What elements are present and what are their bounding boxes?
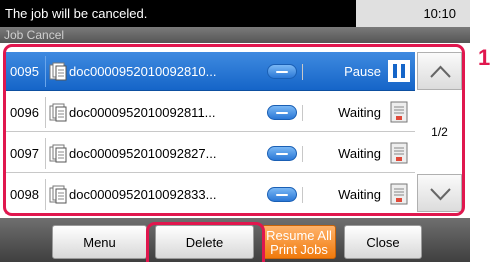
documents-icon: [49, 144, 67, 164]
pause-icon: [388, 60, 410, 82]
documents-icon: [49, 185, 67, 205]
detail-icon[interactable]: [267, 64, 297, 79]
column-divider: [302, 187, 303, 203]
column-divider: [45, 97, 46, 128]
documents-icon: [49, 62, 67, 82]
chevron-down-icon: [430, 188, 451, 201]
job-filename: doc0000952010092827...: [69, 146, 217, 161]
job-filename: doc0000952010092833...: [69, 187, 217, 202]
job-number: 0095: [10, 64, 39, 79]
job-filename: doc0000952010092810...: [69, 64, 217, 79]
delete-button[interactable]: Delete: [155, 225, 254, 259]
column-divider: [45, 138, 46, 169]
resume-label-line2: Print Jobs: [270, 242, 328, 257]
job-row[interactable]: 0095 doc0000952010092810... Pause: [5, 52, 415, 91]
step-callout: 1: [478, 45, 491, 70]
detail-icon[interactable]: [267, 146, 297, 161]
panel-screen: The job will be canceled. 10:10 Job Canc…: [0, 0, 470, 262]
job-number: 0097: [10, 146, 39, 161]
scroll-up-button[interactable]: [417, 52, 462, 90]
pager: 1/2: [417, 52, 464, 214]
document-waiting-icon: [388, 101, 410, 123]
job-number: 0096: [10, 105, 39, 120]
chevron-up-icon: [430, 65, 451, 78]
job-status: Pause: [344, 64, 381, 79]
column-divider: [45, 56, 46, 87]
clock: 10:10: [356, 0, 470, 27]
job-filename: doc0000952010092811...: [69, 105, 216, 120]
job-number: 0098: [10, 187, 39, 202]
job-row[interactable]: 0096 doc0000952010092811... Waiting: [5, 93, 415, 132]
column-divider: [302, 105, 303, 121]
bottom-bar: Menu Delete Resume All Print Jobs Close: [0, 218, 470, 262]
screen-title: Job Cancel: [0, 27, 470, 43]
detail-icon[interactable]: [267, 105, 297, 120]
job-status: Waiting: [338, 146, 381, 161]
scroll-down-button[interactable]: [417, 174, 462, 212]
page-indicator: 1/2: [431, 125, 448, 139]
column-divider: [45, 179, 46, 210]
job-status: Waiting: [338, 187, 381, 202]
resume-all-print-jobs-button[interactable]: Resume All Print Jobs: [262, 225, 336, 259]
resume-label-line1: Resume All: [266, 228, 332, 243]
job-row[interactable]: 0097 doc0000952010092827... Waiting: [5, 134, 415, 173]
document-waiting-icon: [388, 142, 410, 164]
detail-icon[interactable]: [267, 187, 297, 202]
close-button[interactable]: Close: [344, 225, 422, 259]
job-list: 0095 doc0000952010092810... Pause 0096 doc00…: [0, 43, 470, 218]
document-waiting-icon: [388, 183, 410, 205]
status-bar: The job will be canceled. 10:10: [0, 0, 470, 27]
status-message: The job will be canceled.: [5, 6, 148, 21]
documents-icon: [49, 103, 67, 123]
column-divider: [302, 64, 303, 80]
job-status: Waiting: [338, 105, 381, 120]
column-divider: [302, 146, 303, 162]
menu-button[interactable]: Menu: [52, 225, 147, 259]
job-row[interactable]: 0098 doc0000952010092833... Waiting: [5, 175, 415, 214]
